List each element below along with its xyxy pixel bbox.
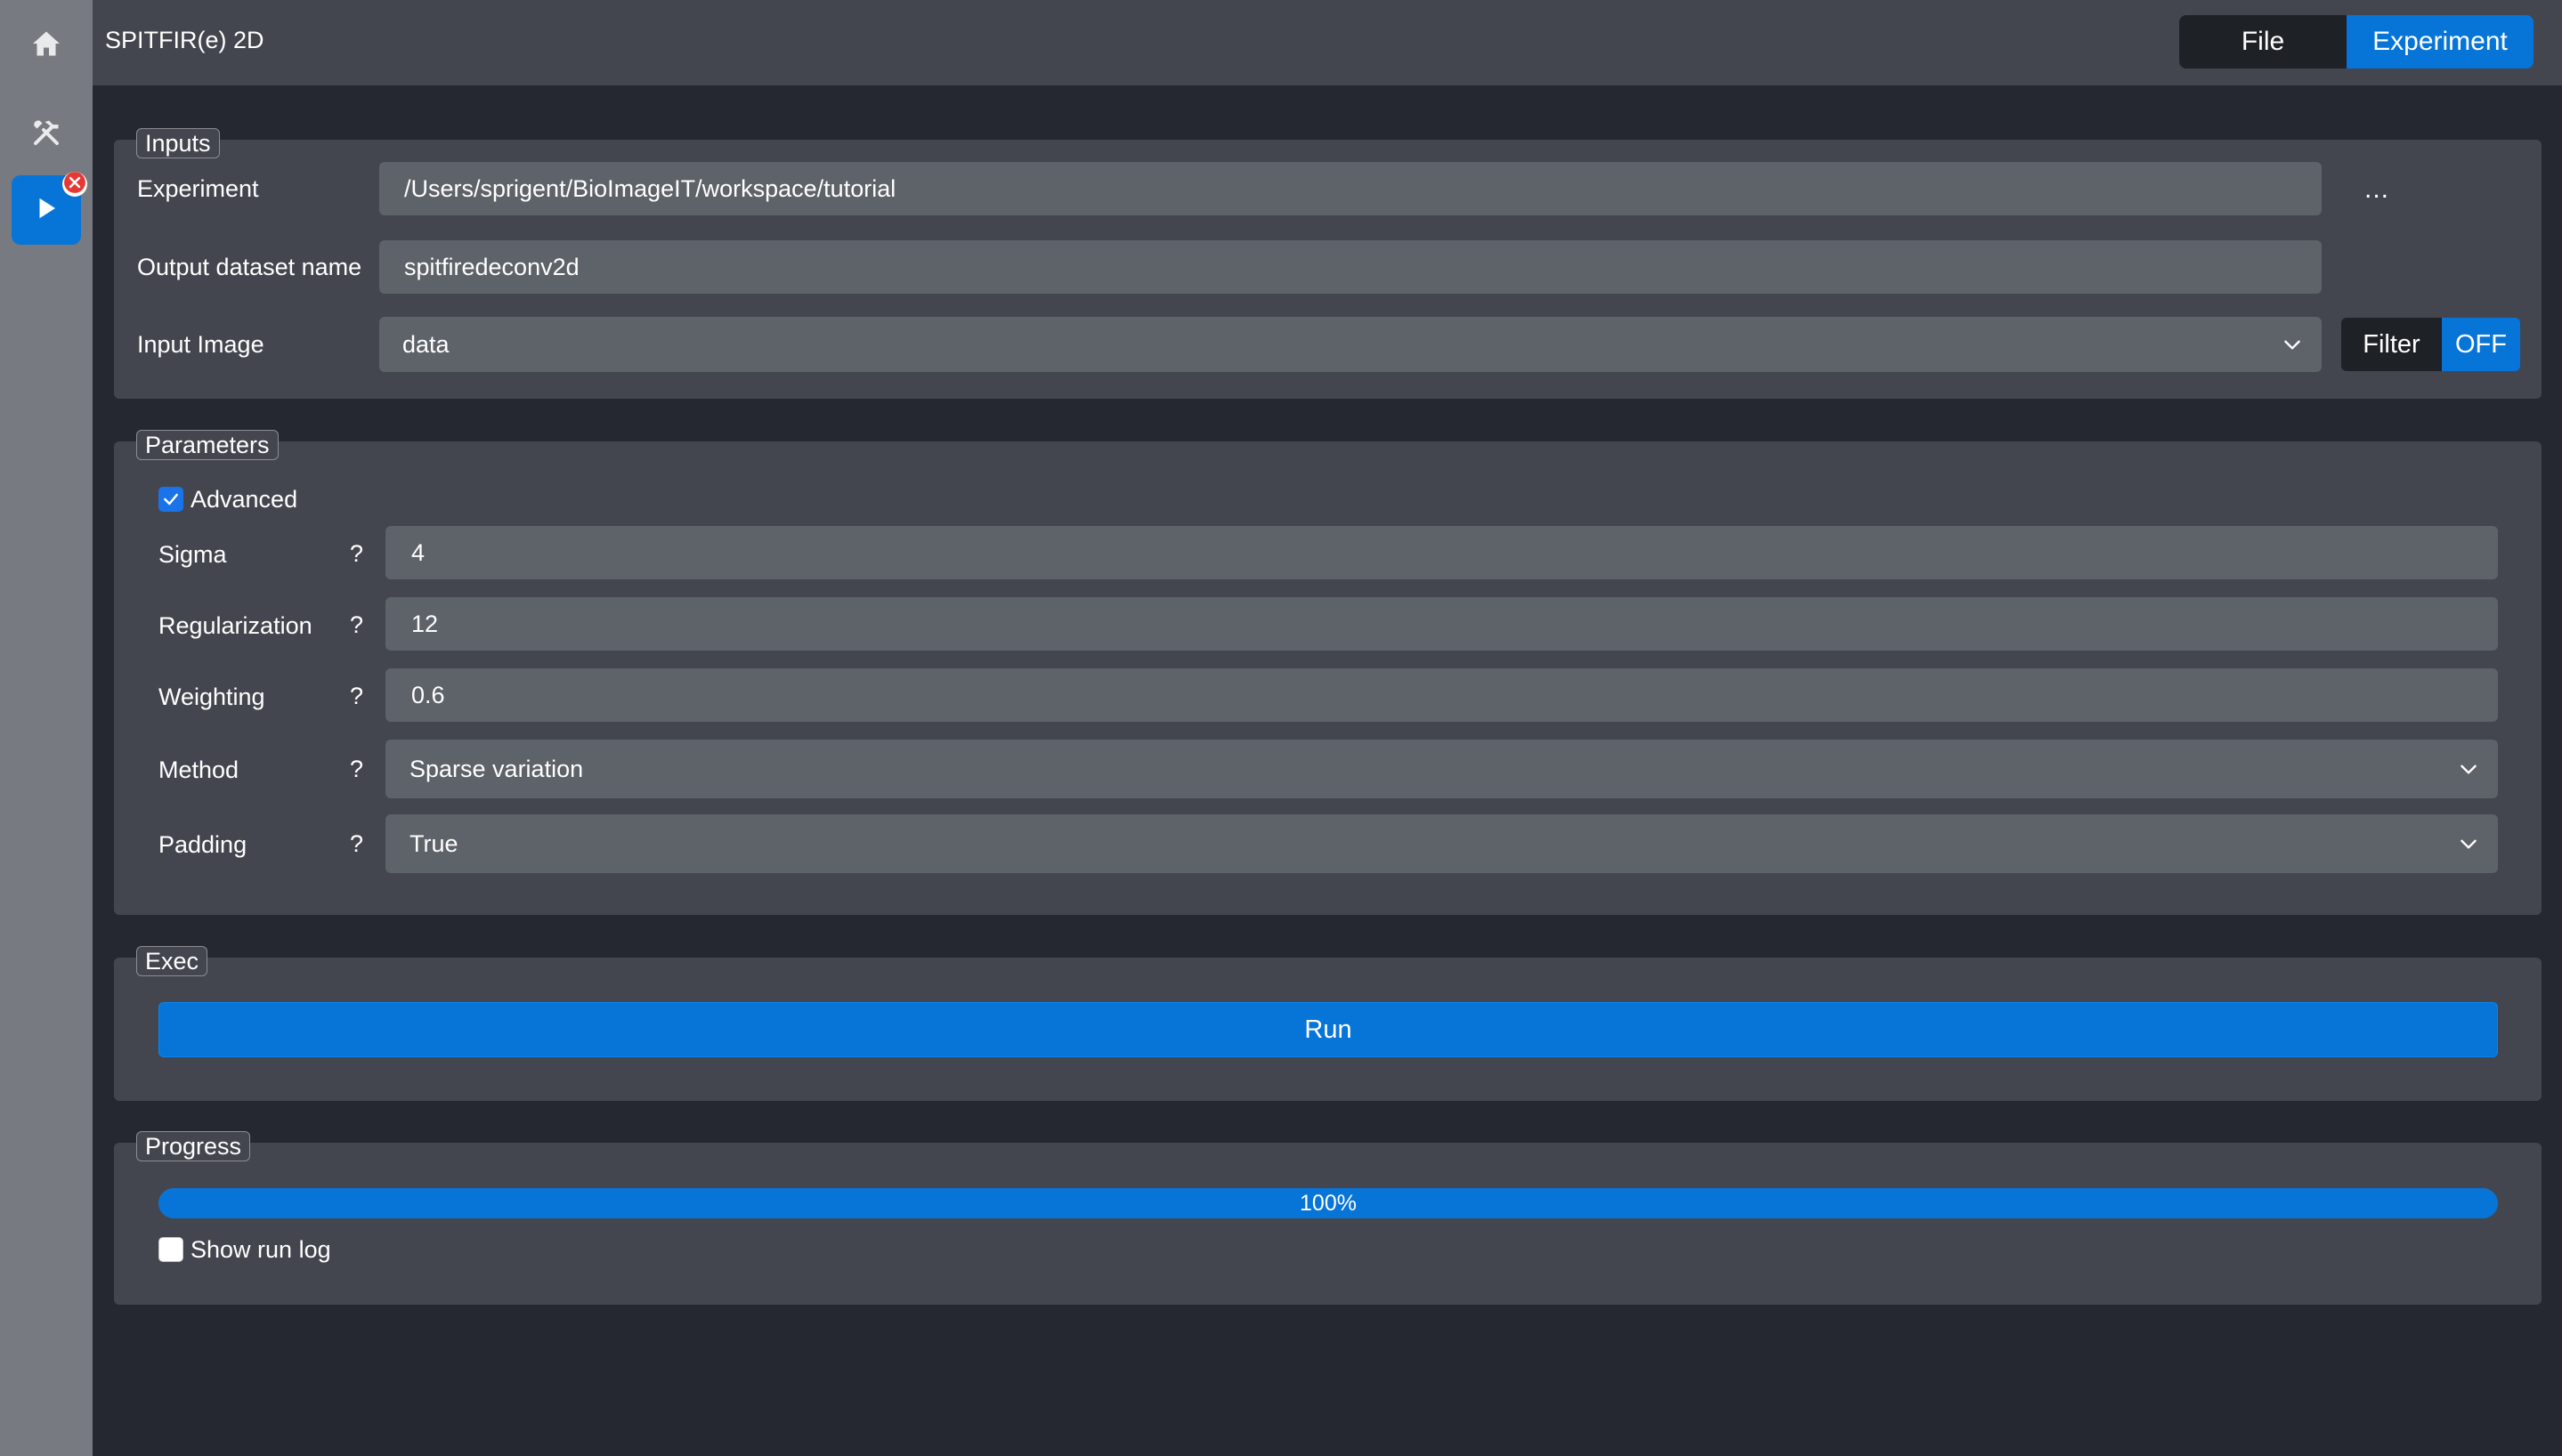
run-button[interactable]: Run <box>158 1002 2498 1057</box>
filter-label: Filter <box>2341 318 2442 371</box>
experiment-label: Experiment <box>137 175 259 202</box>
chevron-down-icon <box>2457 757 2480 781</box>
tab-file[interactable]: File <box>2179 15 2347 69</box>
show-run-log-label: Show run log <box>191 1236 331 1263</box>
regularization-label: Regularization <box>158 612 312 639</box>
tools-icon <box>30 117 62 153</box>
method-select[interactable]: Sparse variation <box>385 740 2498 798</box>
experiment-field[interactable]: /Users/sprigent/BioImageIT/workspace/tut… <box>379 162 2322 215</box>
header-tabs: File Experiment <box>2179 15 2534 69</box>
experiment-browse-button[interactable]: ... <box>2364 174 2389 205</box>
sigma-input[interactable]: 4 <box>385 526 2498 579</box>
input-image-label: Input Image <box>137 331 264 358</box>
exec-legend: Exec <box>136 946 208 976</box>
sidebar-item-home[interactable] <box>12 11 81 80</box>
show-run-log-checkbox[interactable] <box>158 1237 183 1262</box>
filter-toggle[interactable]: Filter OFF <box>2341 318 2520 371</box>
advanced-checkbox[interactable] <box>158 487 183 512</box>
close-icon <box>63 171 86 198</box>
sidebar-item-tools[interactable] <box>12 100 81 169</box>
close-tool-badge[interactable] <box>62 171 87 198</box>
padding-select[interactable]: True <box>385 814 2498 873</box>
filter-state: OFF <box>2442 318 2520 371</box>
padding-label: Padding <box>158 831 247 858</box>
regularization-input[interactable]: 12 <box>385 597 2498 651</box>
method-help-button[interactable]: ? <box>350 756 363 783</box>
weighting-help-button[interactable]: ? <box>350 683 363 710</box>
padding-value: True <box>409 829 458 857</box>
method-value: Sparse variation <box>409 755 584 782</box>
advanced-label: Advanced <box>191 486 298 513</box>
output-dataset-label: Output dataset name <box>137 254 362 280</box>
output-dataset-field[interactable]: spitfiredeconv2d <box>379 240 2322 294</box>
progress-bar: 100% <box>158 1188 2498 1218</box>
input-image-value: data <box>402 330 450 358</box>
sidebar-item-run[interactable] <box>12 171 87 245</box>
chevron-down-icon <box>2281 333 2304 356</box>
sidebar <box>0 0 93 1456</box>
method-label: Method <box>158 756 239 783</box>
top-bar: SPITFIR(e) 2D File Experiment <box>93 0 2562 85</box>
parameters-legend: Parameters <box>136 430 279 460</box>
weighting-input[interactable]: 0.6 <box>385 668 2498 722</box>
regularization-help-button[interactable]: ? <box>350 611 363 639</box>
progress-panel: Progress <box>114 1131 2542 1305</box>
chevron-down-icon <box>2457 832 2480 855</box>
tab-experiment[interactable]: Experiment <box>2347 15 2534 69</box>
progress-legend: Progress <box>136 1131 251 1161</box>
play-icon <box>33 195 60 226</box>
weighting-label: Weighting <box>158 684 265 710</box>
home-icon <box>30 28 62 64</box>
app-title: SPITFIR(e) 2D <box>105 27 264 53</box>
progress-text: 100% <box>1300 1190 1357 1216</box>
padding-help-button[interactable]: ? <box>350 830 363 858</box>
inputs-legend: Inputs <box>136 128 220 158</box>
input-image-select[interactable]: data <box>379 317 2322 372</box>
sigma-help-button[interactable]: ? <box>350 540 363 568</box>
sigma-label: Sigma <box>158 541 227 568</box>
